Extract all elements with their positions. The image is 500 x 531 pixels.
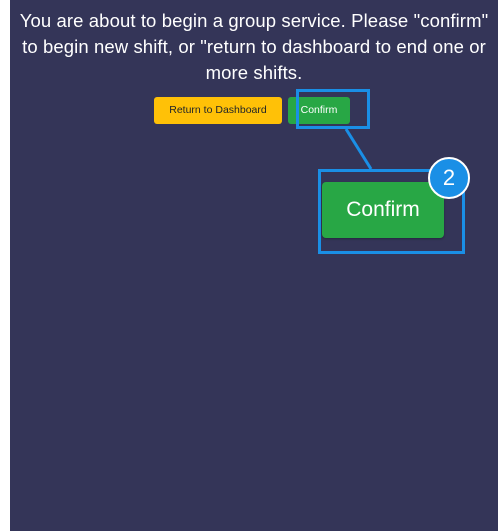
confirmation-message: You are about to begin a group service. … xyxy=(19,10,489,83)
zoomed-confirm-button: Confirm xyxy=(322,182,444,238)
return-to-dashboard-button[interactable]: Return to Dashboard xyxy=(154,97,282,124)
group-service-panel: You are about to begin a group service. … xyxy=(10,0,498,531)
screenshot-stage: You are about to begin a group service. … xyxy=(0,0,500,531)
step-number-badge: 2 xyxy=(428,157,470,199)
callout-highlight-confirm xyxy=(296,89,370,129)
